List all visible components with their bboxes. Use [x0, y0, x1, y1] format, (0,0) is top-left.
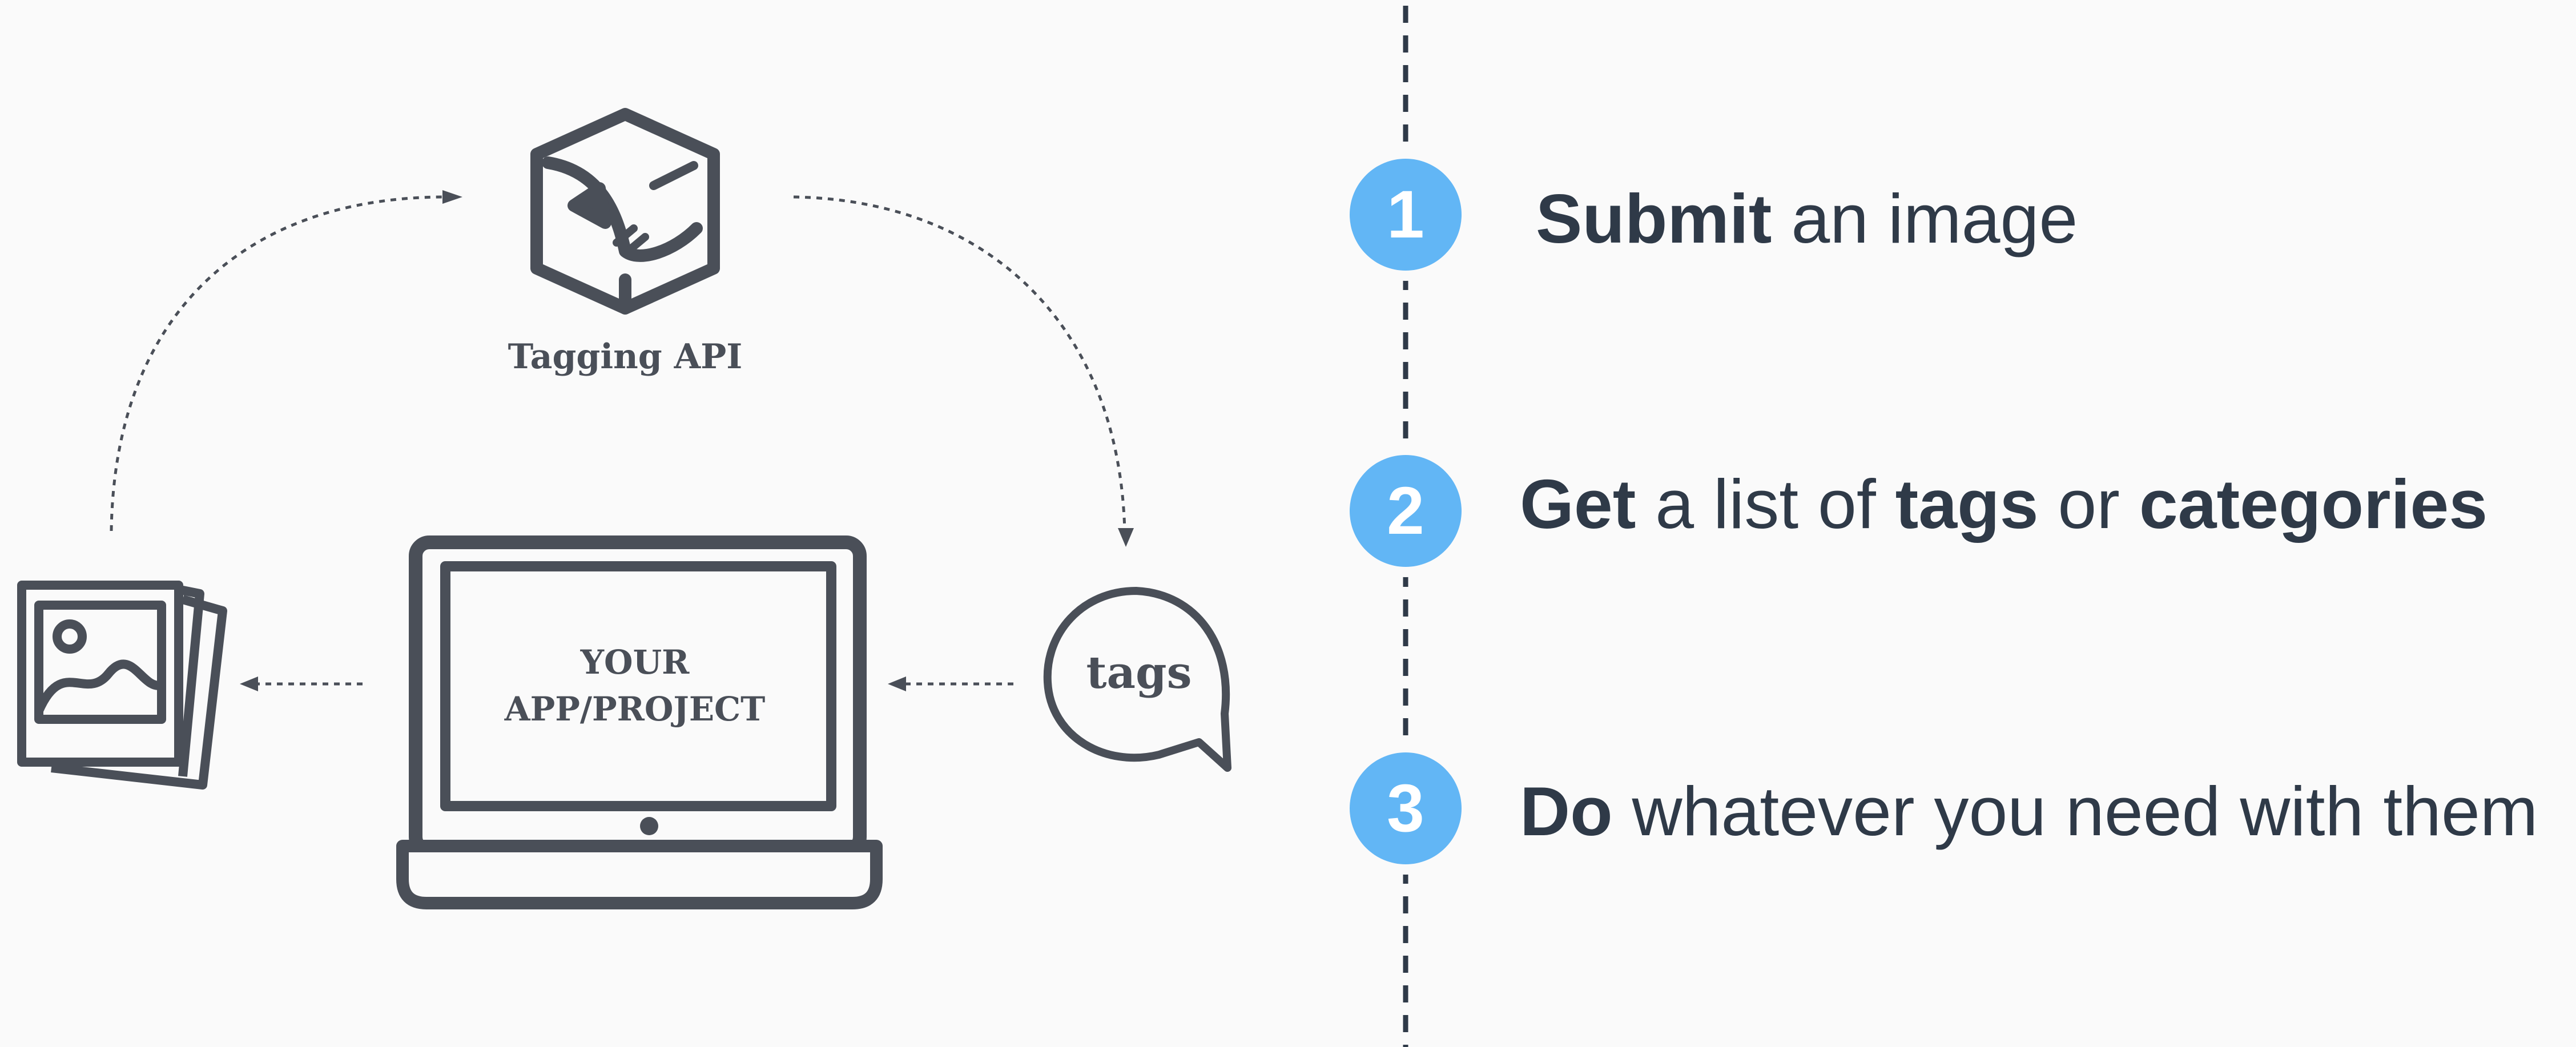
step-1-number-badge: 1 — [1350, 159, 1462, 271]
step-2-part-2: a list of — [1636, 465, 1895, 543]
steps-list: 1 Submit an image 2 Get a list of tags o… — [0, 0, 2576, 1047]
step-2-number-badge: 2 — [1350, 455, 1462, 567]
step-1-text: Submit an image — [1536, 184, 2078, 253]
step-3-rest: whatever you need with them — [1612, 772, 2538, 850]
step-2-part-3: tags — [1895, 465, 2039, 543]
step-1-rest: an image — [1772, 180, 2078, 257]
step-2-text: Get a list of tags or categories — [1520, 469, 2488, 539]
step-3-number-badge: 3 — [1350, 752, 1462, 864]
step-2-part-4: or — [2038, 465, 2139, 543]
step-2-part-5: categories — [2139, 465, 2488, 543]
step-3-bold: Do — [1520, 772, 1613, 850]
step-1-bold: Submit — [1536, 180, 1772, 257]
step-3-text: Do whatever you need with them — [1520, 776, 2538, 846]
step-2-part-1: Get — [1520, 465, 1636, 543]
